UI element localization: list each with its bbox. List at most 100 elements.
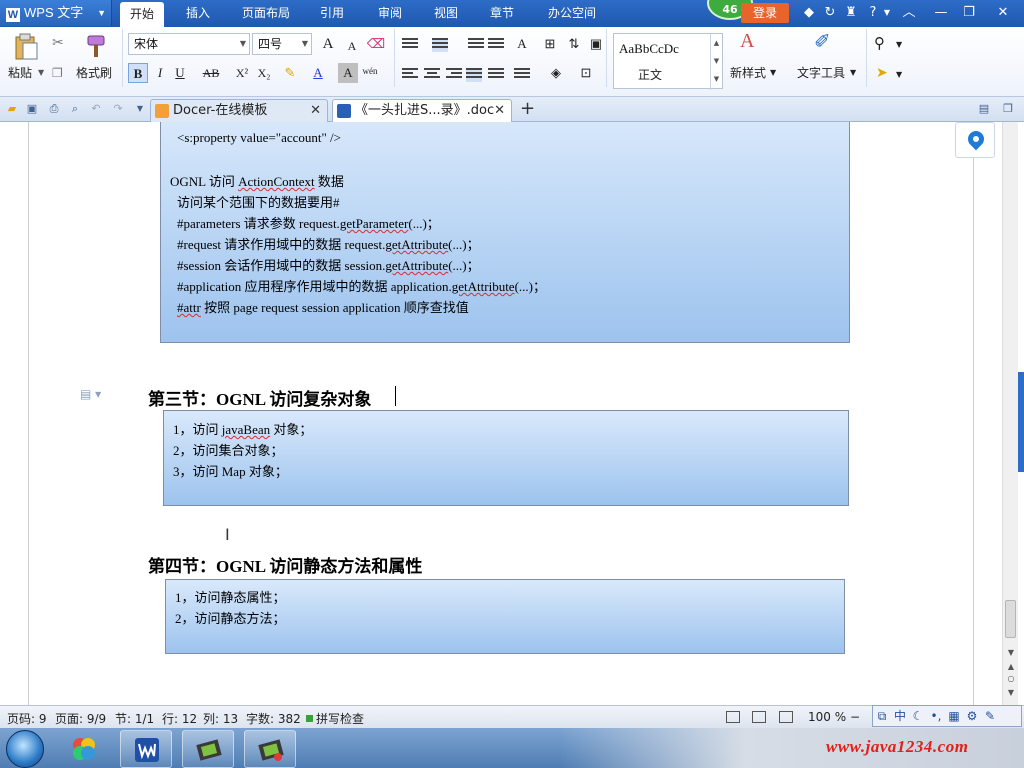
refresh-icon[interactable]: ↻ bbox=[821, 4, 839, 22]
cut-icon[interactable]: ✂ bbox=[52, 35, 64, 51]
skin-icon[interactable]: ◆ bbox=[800, 4, 818, 22]
chevron-down-icon[interactable]: ▼ bbox=[38, 65, 44, 81]
outline-view-icon[interactable] bbox=[752, 711, 766, 723]
save-icon[interactable]: ▣ bbox=[24, 101, 40, 117]
shading-icon[interactable]: ◈ bbox=[546, 63, 566, 83]
grow-font-button[interactable]: A bbox=[318, 34, 338, 54]
word-count[interactable]: 字数: 382 bbox=[246, 710, 301, 727]
login-button[interactable]: 登录 bbox=[741, 3, 789, 23]
phonetic-guide-button[interactable]: wén bbox=[360, 61, 380, 81]
restore-doc-icon[interactable]: ❐ bbox=[1000, 101, 1016, 117]
scroll-down-icon[interactable]: ▼ bbox=[1003, 648, 1019, 657]
clear-format-icon[interactable]: ⌫ bbox=[366, 34, 386, 54]
tab-review[interactable]: 审阅 bbox=[368, 0, 412, 27]
new-style-label[interactable]: 新样式 bbox=[730, 65, 766, 81]
format-painter-label[interactable]: 格式刷 bbox=[76, 65, 112, 81]
tab-layout-icon[interactable]: ▤ bbox=[976, 101, 992, 117]
input-method-bar[interactable]: ⧉ 中 ☾ •, ▦ ⚙ ✎ bbox=[872, 705, 1022, 727]
tab-view[interactable]: 视图 bbox=[424, 0, 468, 27]
paste-icon[interactable] bbox=[12, 33, 40, 61]
close-icon[interactable]: ✕ bbox=[494, 100, 505, 122]
decrease-indent-icon[interactable] bbox=[468, 38, 484, 52]
bullet-list-icon[interactable] bbox=[402, 38, 418, 52]
restore-icon[interactable]: ❐ bbox=[956, 2, 982, 24]
open-folder-icon[interactable]: ▰ bbox=[4, 101, 20, 117]
find-icon[interactable]: ⚲ bbox=[874, 35, 885, 51]
customize-toolbar-icon[interactable]: ▼ bbox=[132, 101, 148, 117]
page-view-icon[interactable] bbox=[726, 711, 740, 723]
tab-docer-templates[interactable]: Docer-在线模板 ✕ bbox=[150, 99, 328, 122]
select-cursor-icon[interactable]: ➤ bbox=[876, 65, 888, 81]
char-shading-button[interactable]: A bbox=[338, 63, 358, 83]
distributed-align-icon[interactable] bbox=[488, 68, 504, 82]
taskbar-app-wps[interactable] bbox=[120, 730, 172, 768]
ime-mode[interactable]: 中 bbox=[891, 706, 909, 726]
increase-indent-icon[interactable] bbox=[488, 38, 504, 52]
italic-button[interactable]: I bbox=[150, 63, 170, 83]
tab-home[interactable]: 开始 bbox=[120, 2, 164, 27]
align-center-icon[interactable] bbox=[424, 68, 440, 82]
undo-icon[interactable]: ↶ bbox=[88, 101, 104, 117]
numbered-list-icon[interactable] bbox=[432, 38, 448, 52]
vertical-scrollbar[interactable]: ▼ ▲ ○ ▼ bbox=[1002, 122, 1018, 705]
chevron-down-icon[interactable]: ▼ bbox=[770, 65, 776, 81]
chevron-down-icon[interactable]: ▼ bbox=[896, 67, 902, 83]
tab-chapter[interactable]: 章节 bbox=[480, 0, 524, 27]
tab-references[interactable]: 引用 bbox=[310, 0, 354, 27]
style-gallery[interactable]: AaBbCcDc 正文 ▲ ▼ ▼ bbox=[613, 33, 723, 90]
prev-page-icon[interactable]: ▲ bbox=[1003, 662, 1019, 671]
copy-icon[interactable]: ❐ bbox=[52, 65, 63, 81]
navigation-pin-button[interactable] bbox=[955, 122, 995, 158]
gallery-scroll[interactable]: ▲ ▼ ▼ bbox=[710, 34, 722, 90]
new-style-icon[interactable]: A bbox=[740, 31, 754, 51]
font-name-select[interactable]: 宋体 ▼ bbox=[128, 33, 250, 55]
print-preview-icon[interactable]: ⌕ bbox=[67, 101, 83, 117]
tab-office-space[interactable]: 办公空间 bbox=[540, 0, 604, 27]
tab-current-document[interactable]: 《一头扎进S...录》.doc ✕ bbox=[332, 99, 512, 122]
punctuation-icon[interactable]: •, bbox=[927, 706, 945, 726]
tools-icon[interactable]: ⚙ bbox=[963, 706, 981, 726]
table-icon[interactable]: ⊞ bbox=[540, 34, 560, 54]
taskbar-app-2[interactable] bbox=[244, 730, 296, 768]
text-tools-icon[interactable]: ✐ bbox=[814, 31, 831, 51]
shrink-font-button[interactable]: A bbox=[342, 36, 362, 56]
font-color-button[interactable]: A bbox=[308, 63, 328, 83]
collapse-ribbon-icon[interactable]: ︿ bbox=[896, 2, 922, 24]
start-button[interactable] bbox=[6, 730, 44, 768]
bold-button[interactable]: B bbox=[128, 63, 148, 83]
redo-icon[interactable]: ↷ bbox=[110, 101, 126, 117]
next-page-icon[interactable]: ▼ bbox=[1003, 688, 1019, 697]
app-menu-button[interactable]: W WPS 文字 ▼ bbox=[0, 0, 112, 26]
moon-icon[interactable]: ☾ bbox=[909, 706, 927, 726]
subscript-button[interactable]: X₂ bbox=[254, 63, 274, 83]
shirt-icon[interactable]: ♜ bbox=[842, 4, 860, 22]
minimize-icon[interactable]: — bbox=[928, 2, 954, 24]
web-view-icon[interactable] bbox=[779, 711, 793, 723]
justify-icon[interactable] bbox=[466, 68, 482, 82]
font-size-select[interactable]: 四号 ▼ bbox=[252, 33, 312, 55]
chevron-down-icon[interactable]: ▼ bbox=[896, 37, 902, 53]
zoom-out-button[interactable]: − bbox=[850, 710, 860, 724]
close-icon[interactable]: ✕ bbox=[990, 2, 1016, 24]
taskbar-app-1[interactable] bbox=[182, 730, 234, 768]
ime-logo-icon[interactable]: ⧉ bbox=[873, 706, 891, 726]
zoom-level[interactable]: 100 % bbox=[808, 710, 846, 724]
paragraph-handle-icon[interactable]: ▤ ▾ bbox=[80, 387, 101, 401]
strikethrough-button[interactable]: AB bbox=[198, 63, 224, 83]
close-icon[interactable]: ✕ bbox=[310, 100, 321, 122]
keyboard-icon[interactable]: ▦ bbox=[945, 706, 963, 726]
select-browse-icon[interactable]: ○ bbox=[1003, 674, 1019, 683]
sort-icon[interactable]: ⇅ bbox=[564, 34, 584, 54]
spell-check-toggle[interactable]: 拼写检查 bbox=[306, 710, 364, 727]
wrench-icon[interactable]: ✎ bbox=[981, 706, 999, 726]
tab-insert[interactable]: 插入 bbox=[176, 0, 220, 27]
taskbar-app-browser[interactable] bbox=[58, 730, 110, 768]
new-tab-button[interactable]: + bbox=[520, 98, 535, 120]
tab-page-layout[interactable]: 页面布局 bbox=[236, 0, 296, 27]
format-painter-icon[interactable] bbox=[82, 33, 110, 61]
chevron-down-icon[interactable]: ▼ bbox=[850, 65, 856, 81]
chevron-down-icon[interactable]: ▼ bbox=[878, 4, 896, 22]
paste-label[interactable]: 粘贴 bbox=[8, 65, 32, 81]
superscript-button[interactable]: X² bbox=[232, 63, 252, 83]
align-left-icon[interactable] bbox=[402, 68, 418, 82]
